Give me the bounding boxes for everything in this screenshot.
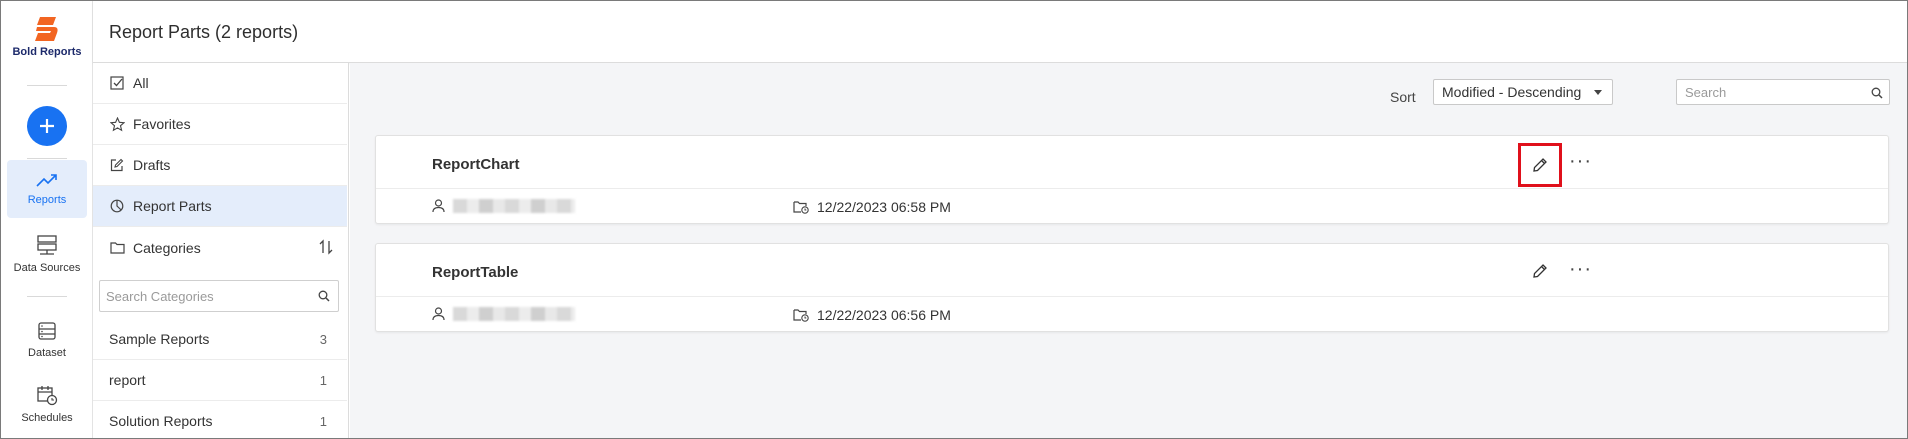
more-options-icon[interactable]: ···	[1569, 151, 1592, 171]
calendar-clock-icon	[37, 386, 58, 406]
rail-item-label: Data Sources	[13, 262, 81, 274]
modified-date-text: 12/22/2023 06:56 PM	[817, 307, 951, 323]
category-count: 1	[319, 372, 327, 388]
report-card-header: ReportChart ···	[376, 136, 1888, 189]
rail-item-label: Dataset	[28, 347, 66, 359]
owner-name-redacted	[453, 307, 575, 321]
category-item[interactable]: Solution Reports 1	[93, 401, 347, 438]
report-card[interactable]: ReportChart ··· 12/22/2023 06:58 PM	[375, 135, 1889, 224]
report-search-input[interactable]	[1677, 80, 1857, 104]
category-name: Sample Reports	[109, 331, 210, 347]
category-item[interactable]: Sample Reports 3	[93, 319, 347, 360]
rail-divider	[27, 158, 67, 159]
user-icon	[432, 307, 445, 321]
sidebar-item-categories[interactable]: Categories	[93, 227, 347, 268]
report-owner	[432, 307, 575, 321]
sort-value: Modified - Descending	[1442, 84, 1582, 100]
sidebar-item-label: Categories	[133, 239, 201, 256]
sidebar-item-all[interactable]: All	[93, 63, 347, 104]
sidebar-item-label: All	[133, 75, 149, 91]
rail-item-label: Reports	[27, 194, 67, 206]
more-options-icon[interactable]: ···	[1569, 259, 1592, 279]
report-search-box	[1676, 79, 1890, 105]
edit-report-button[interactable]	[1518, 249, 1562, 293]
page-title: Report Parts (2 reports)	[109, 22, 299, 42]
search-icon[interactable]	[318, 289, 330, 307]
server-icon	[37, 235, 57, 255]
pencil-icon	[1533, 264, 1547, 278]
rail-item-dataset[interactable]: Dataset	[7, 311, 87, 369]
star-icon	[109, 116, 125, 132]
report-card-header: ReportTable ···	[376, 244, 1888, 297]
pie-chart-icon	[109, 198, 125, 214]
category-search-box	[99, 280, 339, 312]
rail-item-reports[interactable]: Reports	[7, 160, 87, 218]
report-name[interactable]: ReportTable	[432, 264, 518, 281]
report-owner	[432, 199, 575, 213]
sidebar-item-report-parts[interactable]: Report Parts	[93, 186, 347, 227]
search-icon[interactable]	[1871, 86, 1883, 104]
edit-report-button[interactable]	[1518, 143, 1562, 187]
sidebar-item-label: Drafts	[133, 157, 171, 173]
owner-name-redacted	[453, 199, 575, 213]
category-count: 1	[319, 413, 327, 429]
category-item[interactable]: report 1	[93, 360, 347, 401]
trending-up-icon	[36, 174, 57, 187]
main-content: Sort Modified - Descending ReportChart ·…	[350, 63, 1907, 438]
rail-item-label: Schedules	[21, 412, 73, 424]
sort-dropdown[interactable]: Modified - Descending	[1433, 79, 1613, 105]
rail-item-schedules[interactable]: Schedules	[7, 375, 87, 433]
folder-clock-icon	[793, 309, 809, 322]
plus-icon	[40, 119, 54, 133]
modified-date-text: 12/22/2023 06:58 PM	[817, 199, 951, 215]
sidebar-item-favorites[interactable]: Favorites	[93, 104, 347, 145]
category-name: Solution Reports	[109, 413, 213, 429]
category-name: report	[109, 372, 146, 388]
report-card[interactable]: ReportTable ··· 12/22/2023 06:56 PM	[375, 243, 1889, 332]
add-button[interactable]	[27, 106, 67, 146]
sort-categories-icon[interactable]	[319, 239, 333, 258]
rail-divider	[27, 85, 67, 86]
rail-divider	[27, 296, 67, 297]
bold-reports-logo-icon	[35, 17, 58, 41]
app-window: Bold Reports Reports Data Sources Datase…	[0, 0, 1908, 439]
page-header: Report Parts (2 reports)	[93, 1, 1907, 63]
report-filter-sidebar: All Favorites Drafts Report Parts Catego…	[93, 63, 349, 438]
user-icon	[432, 199, 445, 213]
report-name[interactable]: ReportChart	[432, 156, 520, 173]
rail-item-data-sources[interactable]: Data Sources	[7, 225, 87, 283]
modified-date: 12/22/2023 06:56 PM	[793, 307, 951, 323]
folder-clock-icon	[793, 201, 809, 214]
chevron-down-icon	[1594, 90, 1602, 95]
category-search-input[interactable]	[100, 281, 300, 311]
edit-square-icon	[109, 157, 125, 173]
brand-name: Bold Reports	[12, 46, 82, 58]
nav-rail: Bold Reports Reports Data Sources Datase…	[1, 1, 93, 438]
pencil-icon	[1533, 158, 1547, 172]
sidebar-item-label: Favorites	[133, 116, 191, 132]
sidebar-item-label: Report Parts	[133, 198, 212, 214]
sort-label: Sort	[1390, 89, 1416, 105]
folder-icon	[109, 240, 125, 256]
checkbox-icon	[109, 75, 125, 91]
dataset-icon	[38, 322, 56, 340]
brand-logo[interactable]: Bold Reports	[1, 15, 93, 58]
sidebar-item-drafts[interactable]: Drafts	[93, 145, 347, 186]
category-count: 3	[319, 331, 327, 347]
modified-date: 12/22/2023 06:58 PM	[793, 199, 951, 215]
